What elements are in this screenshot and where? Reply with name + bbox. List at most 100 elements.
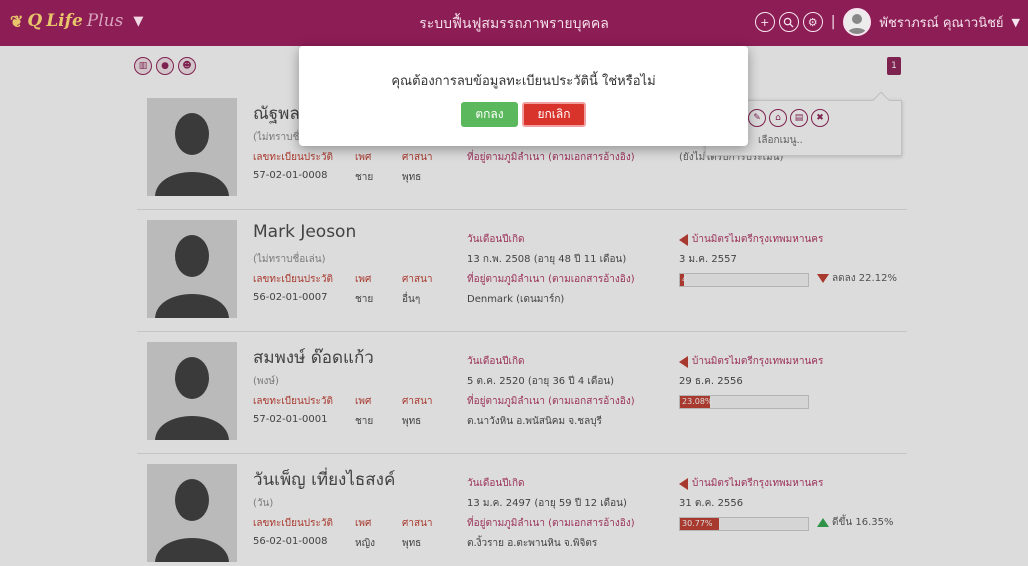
assessment-date: 3 ม.ค. 2557: [679, 254, 737, 265]
trend-up-icon: [817, 518, 829, 527]
religion-value: พุทธ: [402, 172, 422, 183]
trend-label: ลดลง 22.12%: [832, 273, 897, 284]
search-icon[interactable]: [778, 12, 799, 32]
popover-text: เลือกเมนู..: [758, 135, 803, 146]
agency-name: บ้านมิตรไมตรีกรุงเทพมหานคร: [692, 478, 824, 489]
list-item[interactable]: สมพงษ์ ด๊อดแก้ว (พงษ์) เลขทะเบียนประวัติ…: [137, 332, 907, 454]
agency: บ้านมิตรไมตรีกรุงเทพมหานคร: [679, 232, 823, 247]
chart-icon[interactable]: ▥: [134, 57, 152, 75]
top-navbar: ❦ Q Life Plus ▼ ระบบฟื้นฟูสมรรถภาพรายบุคค…: [0, 0, 1028, 46]
clipboard-icon[interactable]: ▤: [790, 109, 808, 127]
agency: บ้านมิตรไมตรีกรุงเทพมหานคร: [679, 476, 823, 491]
header-separator: |: [830, 14, 836, 30]
list-item[interactable]: Mark Jeoson (ไม่ทราบชื่อเล่น) เลขทะเบียน…: [137, 210, 907, 332]
person-name: วันเพ็ญ เที่ยงไธสงค์: [253, 470, 396, 490]
progress-fill: 4: [680, 274, 688, 286]
person-photo: [147, 220, 237, 318]
address-label: ที่อยู่ตามภูมิลำเนา (ตามเอกสารอ้างอิง): [467, 274, 635, 285]
address-value: Denmark (เดนมาร์ก): [467, 294, 565, 305]
settings-icon[interactable]: ⚙: [802, 12, 823, 32]
gender-label: เพศ: [355, 396, 372, 407]
user-icon[interactable]: ●: [156, 57, 174, 75]
home-icon[interactable]: ⌂: [769, 109, 787, 127]
address-value: ต.งิ้วราย อ.ตะพานหิน จ.พิจิตร: [467, 538, 598, 549]
person-nickname: (พงษ์): [253, 376, 279, 387]
page-number-badge[interactable]: 1: [887, 57, 901, 75]
religion-label: ศาสนา: [402, 152, 433, 163]
progress-bar: 4: [679, 273, 809, 287]
gender-label: เพศ: [355, 274, 372, 285]
agency: บ้านมิตรไมตรีกรุงเทพมหานคร: [679, 354, 823, 369]
person-photo: [147, 342, 237, 440]
birthdate-label: วันเดือนปีเกิด: [467, 356, 525, 367]
address-label: ที่อยู่ตามภูมิลำเนา (ตามเอกสารอ้างอิง): [467, 152, 635, 163]
trend-down-icon: [817, 274, 829, 283]
person-nickname: (ไม่ทราบชื่อเล่น): [253, 254, 326, 265]
registry-label: เลขทะเบียนประวัติ: [253, 518, 334, 529]
religion-value: พุทธ: [402, 416, 422, 427]
birthdate-value: 5 ต.ค. 2520 (อายุ 36 ปี 4 เดือน): [467, 376, 615, 387]
arrow-left-icon: [679, 477, 688, 490]
edit-icon[interactable]: ✎: [748, 109, 766, 127]
chevron-down-icon[interactable]: ▼: [1012, 16, 1020, 29]
trend-indicator: ดีขึ้น 16.35%: [817, 515, 893, 530]
person-nickname: (ไม่ทราบชื่อ: [253, 132, 306, 143]
person-name: ณัฐพล: [253, 104, 300, 124]
progress-fill: 30.77%: [680, 518, 720, 530]
gender-label: เพศ: [355, 152, 372, 163]
person-photo: [147, 98, 237, 196]
cancel-button[interactable]: ยกเลิก: [522, 102, 586, 127]
registry-value: 57-02-01-0001: [253, 414, 328, 425]
progress-bar: 23.08%: [679, 395, 809, 409]
list-item[interactable]: วันเพ็ญ เที่ยงไธสงค์ (วัน) เลขทะเบียนประ…: [137, 454, 907, 566]
user-name[interactable]: พัชราภรณ์ คุณาวนิชย์: [879, 12, 1003, 33]
agency-name: บ้านมิตรไมตรีกรุงเทพมหานคร: [692, 234, 824, 245]
toolbar: ▥ ● ☻: [134, 57, 196, 75]
gender-value: หญิง: [355, 538, 375, 549]
dialog-message: คุณต้องการลบข้อมูลทะเบียนประวัตินี้ ใช่ห…: [391, 74, 656, 89]
registry-value: 57-02-01-0008: [253, 170, 328, 181]
registry-label: เลขทะเบียนประวัติ: [253, 152, 334, 163]
assessment-date: 31 ต.ค. 2556: [679, 498, 744, 509]
registry-value: 56-02-01-0007: [253, 292, 328, 303]
header-actions: + ⚙ | พัชราภรณ์ คุณาวนิชย์ ▼: [754, 8, 1020, 36]
trend-label: ดีขึ้น 16.35%: [832, 517, 894, 528]
religion-label: ศาสนา: [402, 274, 433, 285]
gender-value: ชาย: [355, 172, 374, 183]
confirm-button[interactable]: ตกลง: [461, 102, 518, 127]
person-photo: [147, 464, 237, 562]
plus-icon[interactable]: +: [754, 12, 775, 32]
dialog-buttons: ตกลง ยกเลิก: [299, 102, 748, 127]
group-icon[interactable]: ☻: [178, 57, 196, 75]
birthdate-label: วันเดือนปีเกิด: [467, 478, 525, 489]
religion-label: ศาสนา: [402, 396, 433, 407]
assessment-date: 29 ธ.ค. 2556: [679, 376, 743, 387]
registry-value: 56-02-01-0008: [253, 536, 328, 547]
birthdate-label: วันเดือนปีเกิด: [467, 234, 525, 245]
religion-value: พุทธ: [402, 538, 422, 549]
agency-name: บ้านมิตรไมตรีกรุงเทพมหานคร: [692, 356, 824, 367]
registry-label: เลขทะเบียนประวัติ: [253, 274, 334, 285]
gender-value: ชาย: [355, 294, 374, 305]
person-nickname: (วัน): [253, 498, 274, 509]
progress-fill: 23.08%: [680, 396, 713, 408]
trend-indicator: ลดลง 22.12%: [817, 271, 897, 286]
birthdate-value: 13 ก.พ. 2508 (อายุ 48 ปี 11 เดือน): [467, 254, 627, 265]
arrow-left-icon: [679, 355, 688, 368]
address-label: ที่อยู่ตามภูมิลำเนา (ตามเอกสารอ้างอิง): [467, 396, 635, 407]
confirm-dialog: คุณต้องการลบข้อมูลทะเบียนประวัตินี้ ใช่ห…: [299, 46, 748, 146]
gender-value: ชาย: [355, 416, 374, 427]
birthdate-value: 13 ม.ค. 2497 (อายุ 59 ปี 12 เดือน): [467, 498, 627, 509]
religion-label: ศาสนา: [402, 518, 433, 529]
popover-actions: ✎ ⌂ ▤ ✖: [748, 109, 829, 127]
avatar[interactable]: [843, 8, 872, 36]
arrow-left-icon: [679, 233, 688, 246]
address-value: ต.นาวังหิน อ.พนัสนิคม จ.ชลบุรี: [467, 416, 602, 427]
address-label: ที่อยู่ตามภูมิลำเนา (ตามเอกสารอ้างอิง): [467, 518, 635, 529]
registry-label: เลขทะเบียนประวัติ: [253, 396, 334, 407]
religion-value: อื่นๆ: [402, 294, 421, 305]
trash-icon[interactable]: ✖: [811, 109, 829, 127]
person-name: สมพงษ์ ด๊อดแก้ว: [253, 348, 374, 368]
person-name: Mark Jeoson: [253, 222, 357, 242]
gender-label: เพศ: [355, 518, 372, 529]
